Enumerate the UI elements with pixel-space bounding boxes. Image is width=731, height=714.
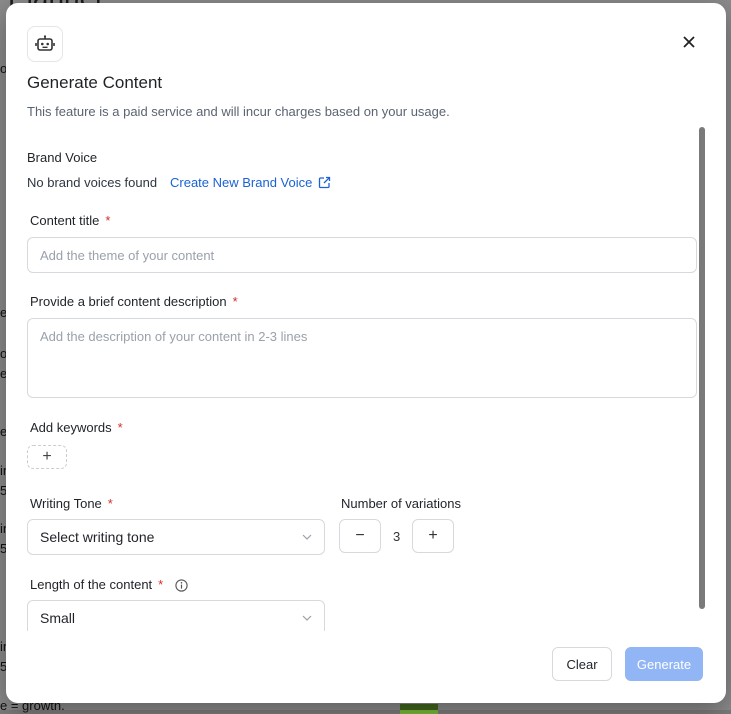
modal-title: Generate Content bbox=[27, 73, 163, 92]
content-length-value: Small bbox=[40, 610, 76, 626]
plus-icon: + bbox=[428, 527, 438, 544]
writing-tone-value: Select writing tone bbox=[40, 529, 155, 545]
variations-label: Number of variations bbox=[341, 496, 461, 511]
create-brand-voice-link[interactable]: Create New Brand Voice bbox=[170, 175, 331, 190]
close-icon bbox=[683, 36, 695, 48]
generate-content-modal: Generate Content This feature is a paid … bbox=[6, 3, 726, 703]
content-title-label: Content title * bbox=[30, 213, 110, 228]
clear-button-label: Clear bbox=[566, 656, 598, 672]
description-placeholder: Add the description of your content in 2… bbox=[40, 329, 308, 344]
required-mark: * bbox=[107, 496, 113, 511]
writing-tone-label-text: Writing Tone bbox=[30, 496, 102, 511]
decrement-variations-button[interactable]: − bbox=[339, 519, 381, 553]
content-length-select[interactable]: Small bbox=[27, 600, 325, 631]
length-label-text: Length of the content bbox=[30, 577, 153, 592]
generate-button-label: Generate bbox=[636, 656, 692, 672]
close-button[interactable] bbox=[678, 31, 700, 53]
description-label-text: Provide a brief content description bbox=[30, 294, 227, 309]
brand-voice-label: Brand Voice bbox=[27, 150, 98, 165]
add-keyword-button[interactable]: + bbox=[27, 445, 67, 469]
chevron-down-icon bbox=[302, 612, 312, 624]
description-textarea[interactable]: Add the description of your content in 2… bbox=[27, 318, 697, 398]
keywords-label: Add keywords * bbox=[30, 420, 123, 435]
no-brand-voices-text: No brand voices found bbox=[27, 175, 158, 190]
increment-variations-button[interactable]: + bbox=[412, 519, 454, 553]
keywords-label-text: Add keywords bbox=[30, 420, 112, 435]
chevron-down-icon bbox=[302, 531, 312, 543]
required-mark: * bbox=[105, 213, 111, 228]
length-label: Length of the content * bbox=[30, 577, 188, 592]
required-mark: * bbox=[117, 420, 123, 435]
required-mark: * bbox=[158, 577, 164, 592]
clear-button[interactable]: Clear bbox=[552, 647, 612, 681]
form-scroll-area: Brand Voice No brand voices found Create… bbox=[6, 131, 706, 631]
required-mark: * bbox=[232, 294, 238, 309]
content-title-placeholder: Add the theme of your content bbox=[40, 247, 215, 263]
variations-value: 3 bbox=[393, 529, 401, 544]
minus-icon: − bbox=[355, 527, 365, 544]
plus-icon: + bbox=[42, 448, 52, 465]
description-label: Provide a brief content description * bbox=[30, 294, 238, 309]
content-title-label-text: Content title bbox=[30, 213, 100, 228]
info-icon[interactable] bbox=[175, 579, 188, 592]
writing-tone-label: Writing Tone * bbox=[30, 496, 113, 511]
modal-subtitle: This feature is a paid service and will … bbox=[27, 104, 450, 119]
robot-icon bbox=[27, 26, 63, 62]
content-title-input[interactable]: Add the theme of your content bbox=[27, 237, 697, 273]
external-link-icon bbox=[319, 176, 331, 189]
create-brand-voice-label: Create New Brand Voice bbox=[170, 175, 313, 190]
writing-tone-select[interactable]: Select writing tone bbox=[27, 519, 325, 555]
generate-button[interactable]: Generate bbox=[625, 647, 703, 681]
